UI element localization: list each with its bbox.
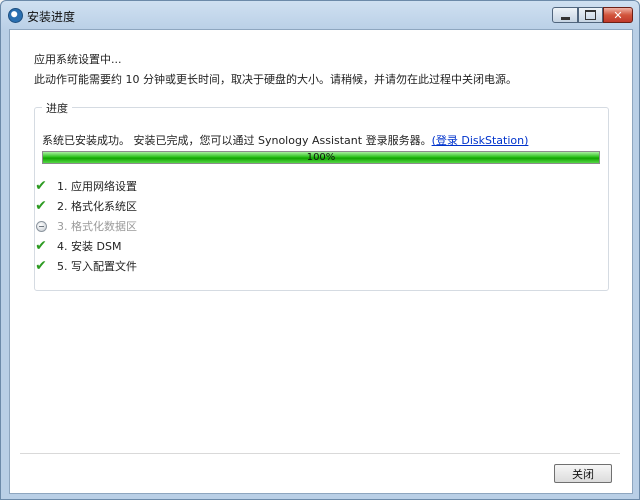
- window-title: 安装进度: [27, 10, 76, 24]
- step-item: ✔ 1. 应用网络设置: [34, 176, 137, 196]
- window-close-button[interactable]: ✕: [603, 7, 633, 23]
- minimize-icon: [560, 16, 570, 20]
- step-list: ✔ 1. 应用网络设置 ✔ 2. 格式化系统区 3. 格式化数据区 ✔ 4. 安…: [34, 176, 137, 276]
- progress-percent: 100%: [306, 152, 336, 163]
- progress-group-legend: 进度: [42, 100, 72, 116]
- check-icon: ✔: [35, 178, 47, 194]
- dialog-content: 应用系统设置中... 此动作可能需要约 10 分钟或更长时间，取决于硬盘的大小。…: [9, 29, 633, 494]
- step-label: 1. 应用网络设置: [57, 180, 137, 193]
- step-item: ✔ 5. 写入配置文件: [34, 256, 137, 276]
- install-status-text: 系统已安装成功。 安装已完成，您可以通过 Synology Assistant …: [42, 134, 432, 147]
- close-icon: ✕: [613, 8, 623, 22]
- check-icon: ✔: [35, 258, 47, 274]
- step-item: ✔ 2. 格式化系统区: [34, 196, 137, 216]
- status-heading: 应用系统设置中...: [34, 53, 122, 66]
- installer-window: 安装进度 ✕ 应用系统设置中... 此动作可能需要约 10 分钟或更长时间，取决…: [0, 0, 640, 500]
- install-status: 系统已安装成功。 安装已完成，您可以通过 Synology Assistant …: [42, 132, 528, 148]
- close-button[interactable]: 关闭: [554, 464, 612, 483]
- app-icon: [8, 8, 23, 23]
- check-icon: ✔: [35, 198, 47, 214]
- step-label: 4. 安装 DSM: [57, 240, 122, 253]
- title-bar[interactable]: 安装进度 ✕: [1, 1, 639, 29]
- step-item: ✔ 4. 安装 DSM: [34, 236, 137, 256]
- maximize-icon: [585, 10, 596, 20]
- maximize-button[interactable]: [578, 7, 603, 23]
- login-diskstation-link[interactable]: (登录 DiskStation): [432, 134, 529, 147]
- check-icon: ✔: [35, 238, 47, 254]
- step-item: 3. 格式化数据区: [34, 216, 137, 236]
- step-label: 3. 格式化数据区: [57, 220, 137, 233]
- progress-bar: 100%: [42, 151, 600, 164]
- step-label: 5. 写入配置文件: [57, 260, 137, 273]
- pending-icon: [34, 219, 48, 233]
- footer-divider: [20, 453, 620, 454]
- status-description: 此动作可能需要约 10 分钟或更长时间，取决于硬盘的大小。请稍候，并请勿在此过程…: [34, 73, 517, 86]
- minimize-button[interactable]: [552, 7, 578, 23]
- step-label: 2. 格式化系统区: [57, 200, 137, 213]
